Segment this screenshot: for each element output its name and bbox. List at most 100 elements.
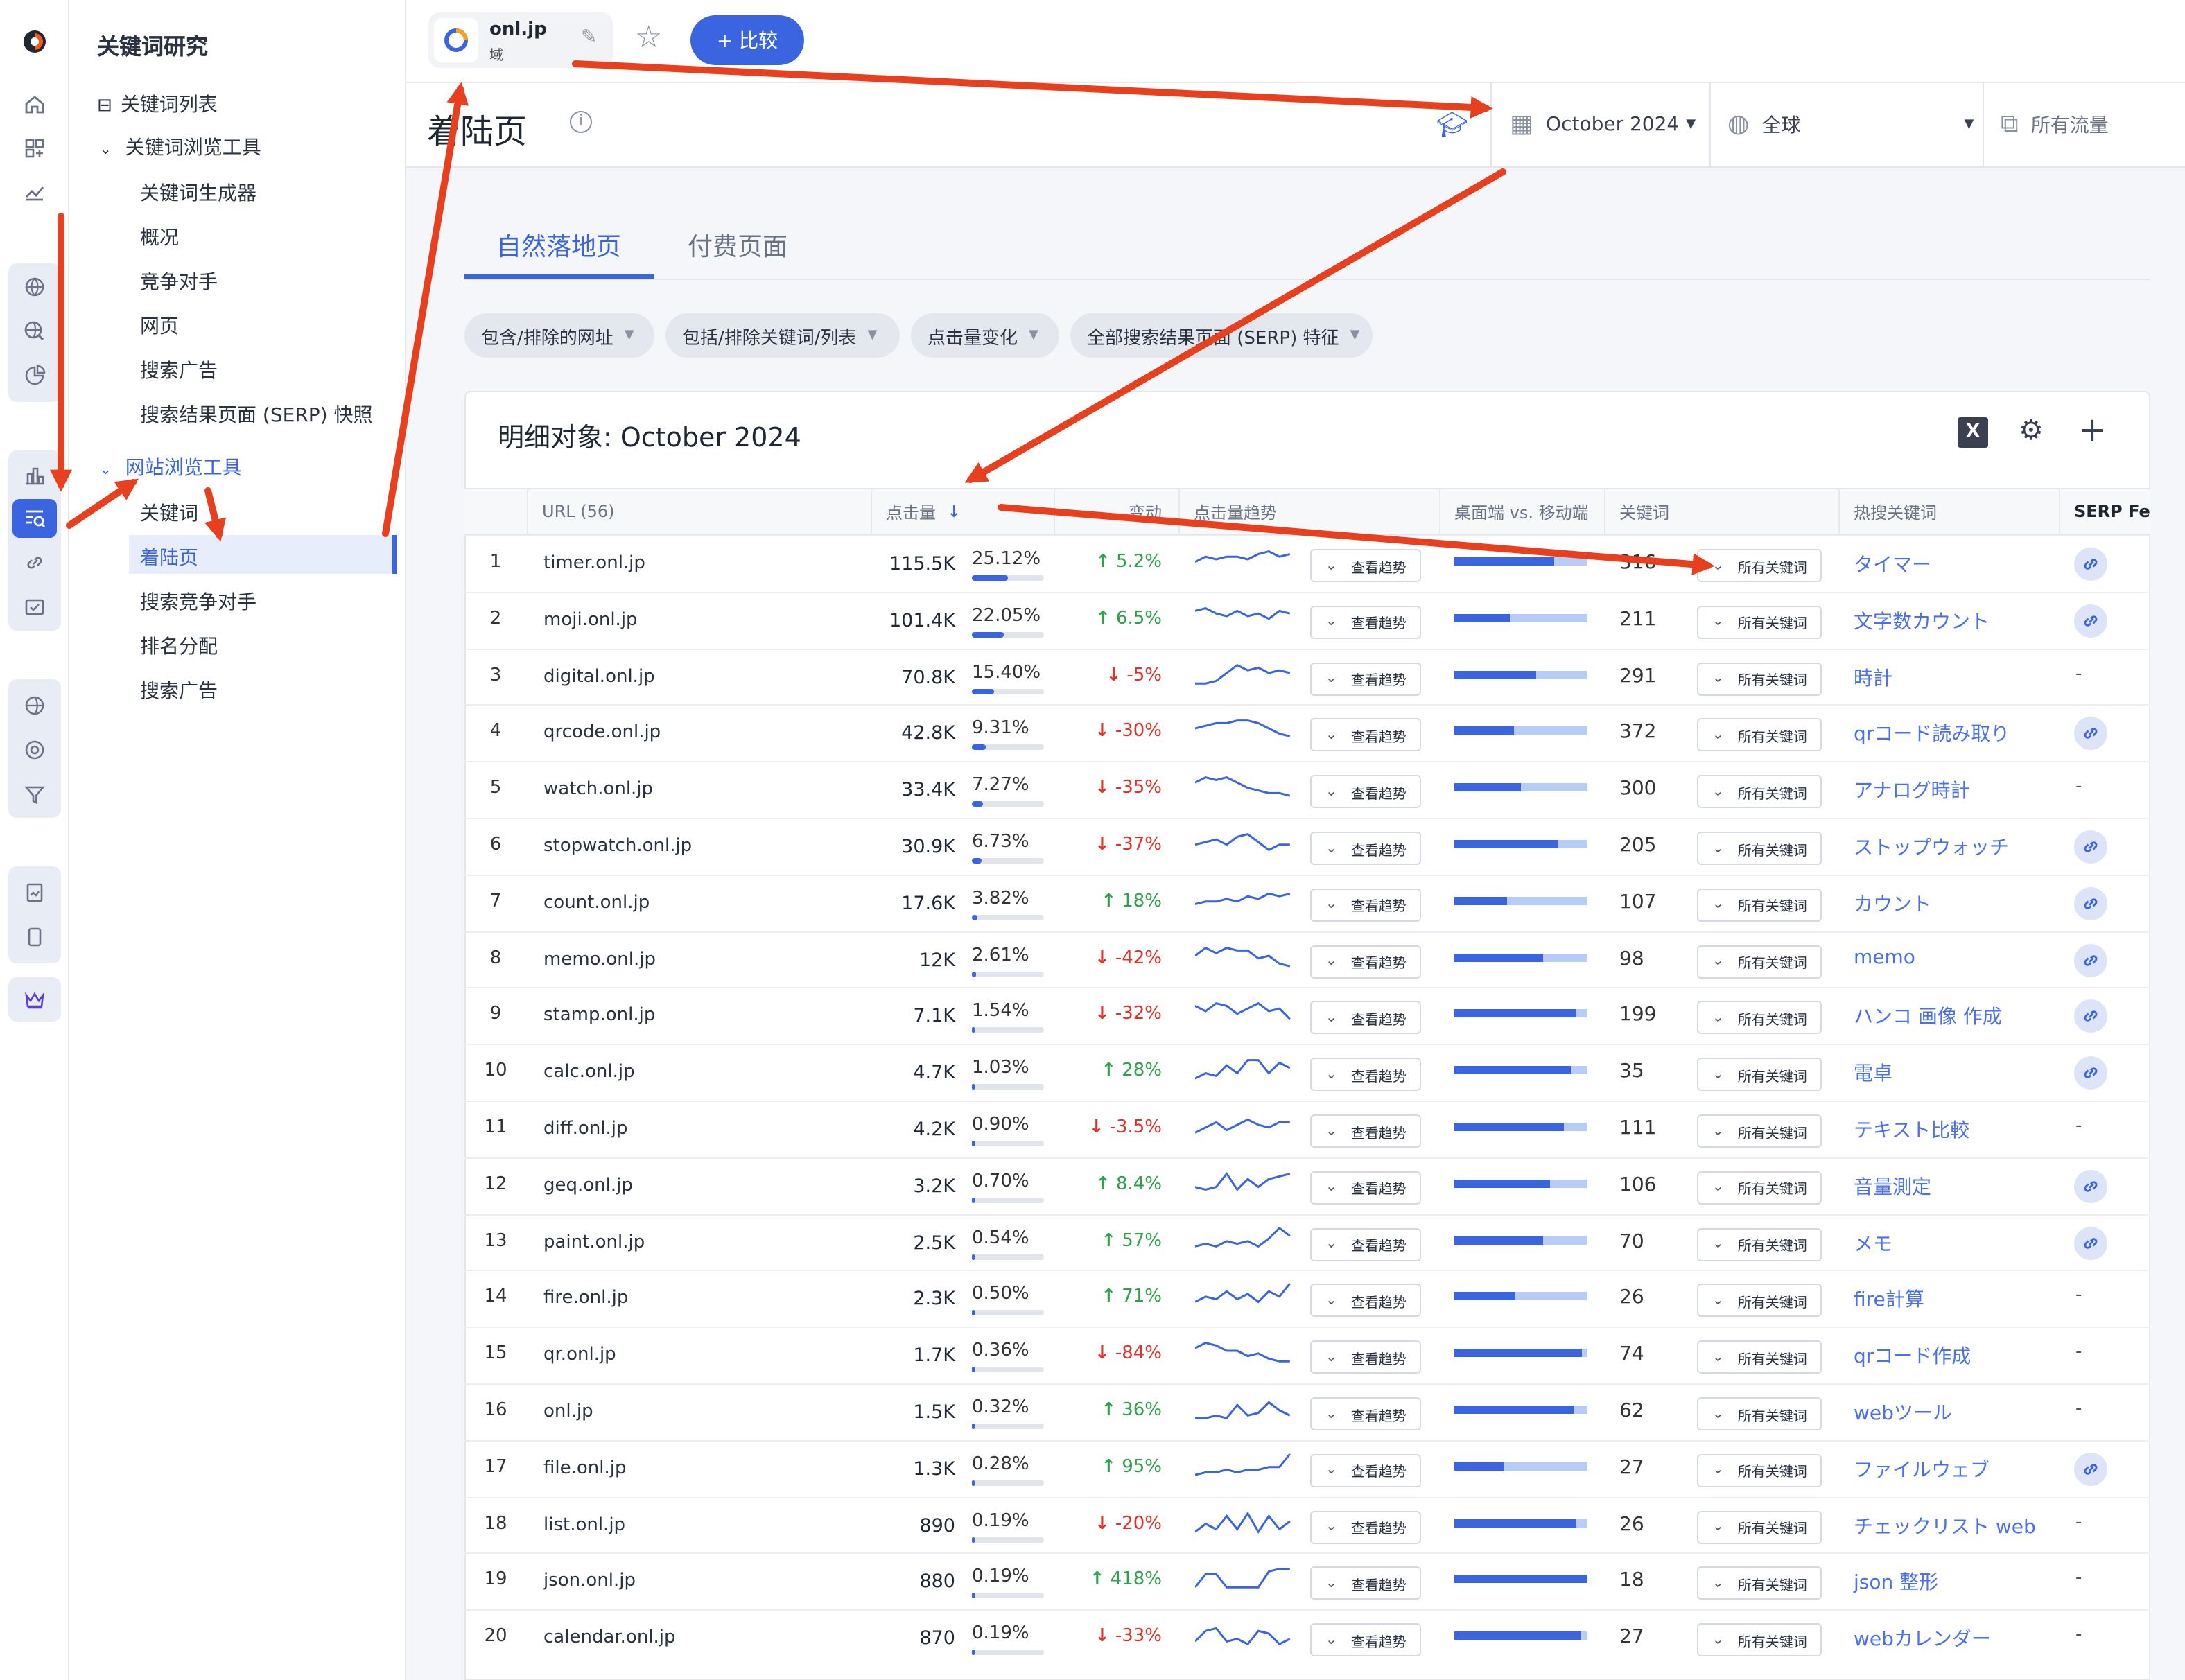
filter-url[interactable]: 包含/排除的网址 ▼ — [464, 313, 654, 358]
view-trend-button[interactable]: ⌄ 查看趋势 — [1310, 549, 1421, 582]
star-icon[interactable]: ☆ — [635, 21, 662, 55]
row-url[interactable]: json.onl.jp — [543, 1571, 636, 1592]
all-keywords-button[interactable]: ⌄ 所有关键词 — [1697, 662, 1822, 696]
serp-link-icon[interactable] — [2074, 1452, 2107, 1486]
filter-click-change[interactable]: 点击量变化 ▼ — [911, 313, 1059, 358]
region-selector[interactable]: ◍ 全球 ▼ — [1727, 110, 1974, 139]
row-top-keyword[interactable]: アナログ時計 — [1854, 776, 1969, 804]
row-url[interactable]: digital.onl.jp — [543, 666, 655, 687]
row-top-keyword[interactable]: メモ — [1854, 1229, 1892, 1257]
col-trend[interactable]: 点击量趋势 — [1178, 488, 1439, 535]
tab-paid[interactable]: 付费页面 — [688, 227, 787, 263]
logo-icon[interactable] — [12, 22, 57, 61]
nav-item-overview[interactable]: 概况 — [140, 223, 179, 251]
settings-icon[interactable]: ⚙ — [2019, 413, 2044, 446]
nav-item-serp-snapshot[interactable]: 搜索结果页面 (SERP) 快照 — [140, 401, 372, 428]
add-column-icon[interactable]: + — [2078, 410, 2106, 449]
nav-item-landing-pages[interactable]: 着陆页 — [140, 543, 198, 571]
tab-organic[interactable]: 自然落地页 — [496, 227, 621, 263]
all-keywords-button[interactable]: ⌄ 所有关键词 — [1697, 1058, 1822, 1092]
all-keywords-button[interactable]: ⌄ 所有关键词 — [1697, 1114, 1822, 1148]
nav-item-keyword-generator[interactable]: 关键词生成器 — [140, 179, 256, 207]
row-top-keyword[interactable]: webカレンダー — [1854, 1625, 1991, 1652]
row-top-keyword[interactable]: webツール — [1854, 1399, 1952, 1426]
col-clicks[interactable]: 点击量 ↓ — [871, 488, 1054, 535]
all-keywords-button[interactable]: ⌄ 所有关键词 — [1697, 1001, 1822, 1035]
nav-site-explorer[interactable]: ⌄ 网站浏览工具 — [100, 453, 242, 481]
serp-link-icon[interactable] — [2074, 1169, 2107, 1203]
view-trend-button[interactable]: ⌄ 查看趋势 — [1310, 718, 1421, 752]
view-trend-button[interactable]: ⌄ 查看趋势 — [1310, 1453, 1421, 1487]
all-keywords-button[interactable]: ⌄ 所有关键词 — [1697, 718, 1822, 752]
info-icon[interactable]: i — [570, 111, 592, 133]
crown-icon[interactable] — [12, 980, 57, 1019]
all-keywords-button[interactable]: ⌄ 所有关键词 — [1697, 1340, 1822, 1374]
row-url[interactable]: stopwatch.onl.jp — [543, 836, 692, 857]
row-url[interactable]: calendar.onl.jp — [543, 1627, 676, 1648]
row-url[interactable]: watch.onl.jp — [543, 779, 653, 800]
link-icon[interactable] — [12, 543, 57, 582]
date-selector[interactable]: ▦ October 2024 ▼ — [1510, 110, 1696, 139]
serp-link-icon[interactable] — [2074, 830, 2107, 864]
row-url[interactable]: count.onl.jp — [543, 893, 650, 913]
view-trend-button[interactable]: ⌄ 查看趋势 — [1310, 662, 1421, 696]
all-keywords-button[interactable]: ⌄ 所有关键词 — [1697, 775, 1822, 809]
serp-link-icon[interactable] — [2074, 886, 2107, 920]
all-keywords-button[interactable]: ⌄ 所有关键词 — [1697, 1397, 1822, 1430]
traffic-selector[interactable]: ⧉ 所有流量 — [2001, 110, 2109, 139]
all-keywords-button[interactable]: ⌄ 所有关键词 — [1697, 945, 1822, 979]
serp-link-icon[interactable] — [2074, 943, 2107, 977]
row-url[interactable]: calc.onl.jp — [543, 1062, 635, 1083]
globe-search-icon[interactable] — [12, 312, 57, 351]
view-trend-button[interactable]: ⌄ 查看趋势 — [1310, 1623, 1421, 1657]
row-url[interactable]: onl.jp — [543, 1401, 593, 1422]
filter-icon[interactable] — [12, 775, 57, 814]
row-top-keyword[interactable]: ストップウォッチ — [1854, 833, 2009, 861]
row-url[interactable]: geq.onl.jp — [543, 1175, 633, 1196]
audit-icon[interactable] — [12, 588, 57, 627]
all-keywords-button[interactable]: ⌄ 所有关键词 — [1697, 549, 1822, 582]
nav-item-webpages[interactable]: 网页 — [140, 312, 179, 340]
row-top-keyword[interactable]: qrコード作成 — [1854, 1342, 1971, 1370]
row-url[interactable]: moji.onl.jp — [543, 610, 638, 631]
row-url[interactable]: stamp.onl.jp — [543, 1006, 655, 1026]
compare-button[interactable]: + 比较 — [690, 15, 804, 65]
col-top-keyword[interactable]: 热搜关键词 — [1838, 488, 2059, 535]
col-change[interactable]: 变动 — [1054, 488, 1178, 535]
col-serp-features[interactable]: SERP Feat — [2059, 488, 2150, 535]
row-top-keyword[interactable]: qrコード読み取り — [1854, 720, 2010, 748]
nav-item-competitors[interactable]: 竞争对手 — [140, 268, 218, 295]
nav-item-rank-distribution[interactable]: 排名分配 — [140, 632, 218, 660]
view-trend-button[interactable]: ⌄ 查看趋势 — [1310, 1171, 1421, 1205]
serp-link-icon[interactable] — [2074, 717, 2107, 751]
nav-keyword-explorer[interactable]: ⌄ 关键词浏览工具 — [100, 133, 261, 161]
row-top-keyword[interactable]: 音量測定 — [1854, 1173, 1931, 1200]
report-icon[interactable] — [12, 873, 57, 912]
nav-keyword-list[interactable]: ⊟ 关键词列表 — [97, 90, 218, 118]
row-top-keyword[interactable]: 電卓 — [1854, 1059, 1892, 1087]
row-top-keyword[interactable]: カウント — [1854, 890, 1931, 918]
excel-export-icon[interactable]: X — [1958, 417, 1988, 448]
filter-serp-features[interactable]: 全部搜索结果页面 (SERP) 特征 ▼ — [1070, 313, 1373, 358]
bar-chart-icon[interactable] — [12, 456, 57, 495]
pie-chart-icon[interactable] — [12, 356, 57, 395]
mobile-icon[interactable] — [12, 918, 57, 956]
all-keywords-button[interactable]: ⌄ 所有关键词 — [1697, 605, 1822, 639]
all-keywords-button[interactable]: ⌄ 所有关键词 — [1697, 1227, 1822, 1261]
col-keywords[interactable]: 关键词 — [1604, 488, 1838, 535]
view-trend-button[interactable]: ⌄ 查看趋势 — [1310, 1227, 1421, 1261]
nav-item-search-competitors[interactable]: 搜索竞争对手 — [140, 588, 256, 615]
serp-link-icon[interactable] — [2074, 548, 2107, 581]
all-keywords-button[interactable]: ⌄ 所有关键词 — [1697, 888, 1822, 922]
view-trend-button[interactable]: ⌄ 查看趋势 — [1310, 1566, 1421, 1600]
row-url[interactable]: list.onl.jp — [543, 1514, 625, 1535]
all-keywords-button[interactable]: ⌄ 所有关键词 — [1697, 1453, 1822, 1487]
view-trend-button[interactable]: ⌄ 查看趋势 — [1310, 1510, 1421, 1544]
nav-item-search-ads[interactable]: 搜索广告 — [140, 356, 218, 384]
nav-item-site-search-ads[interactable]: 搜索广告 — [140, 676, 218, 704]
view-trend-button[interactable]: ⌄ 查看趋势 — [1310, 1058, 1421, 1092]
row-url[interactable]: qr.onl.jp — [543, 1345, 616, 1365]
view-trend-button[interactable]: ⌄ 查看趋势 — [1310, 775, 1421, 809]
serp-link-icon[interactable] — [2074, 604, 2107, 638]
globe-chart-icon[interactable] — [12, 686, 57, 725]
